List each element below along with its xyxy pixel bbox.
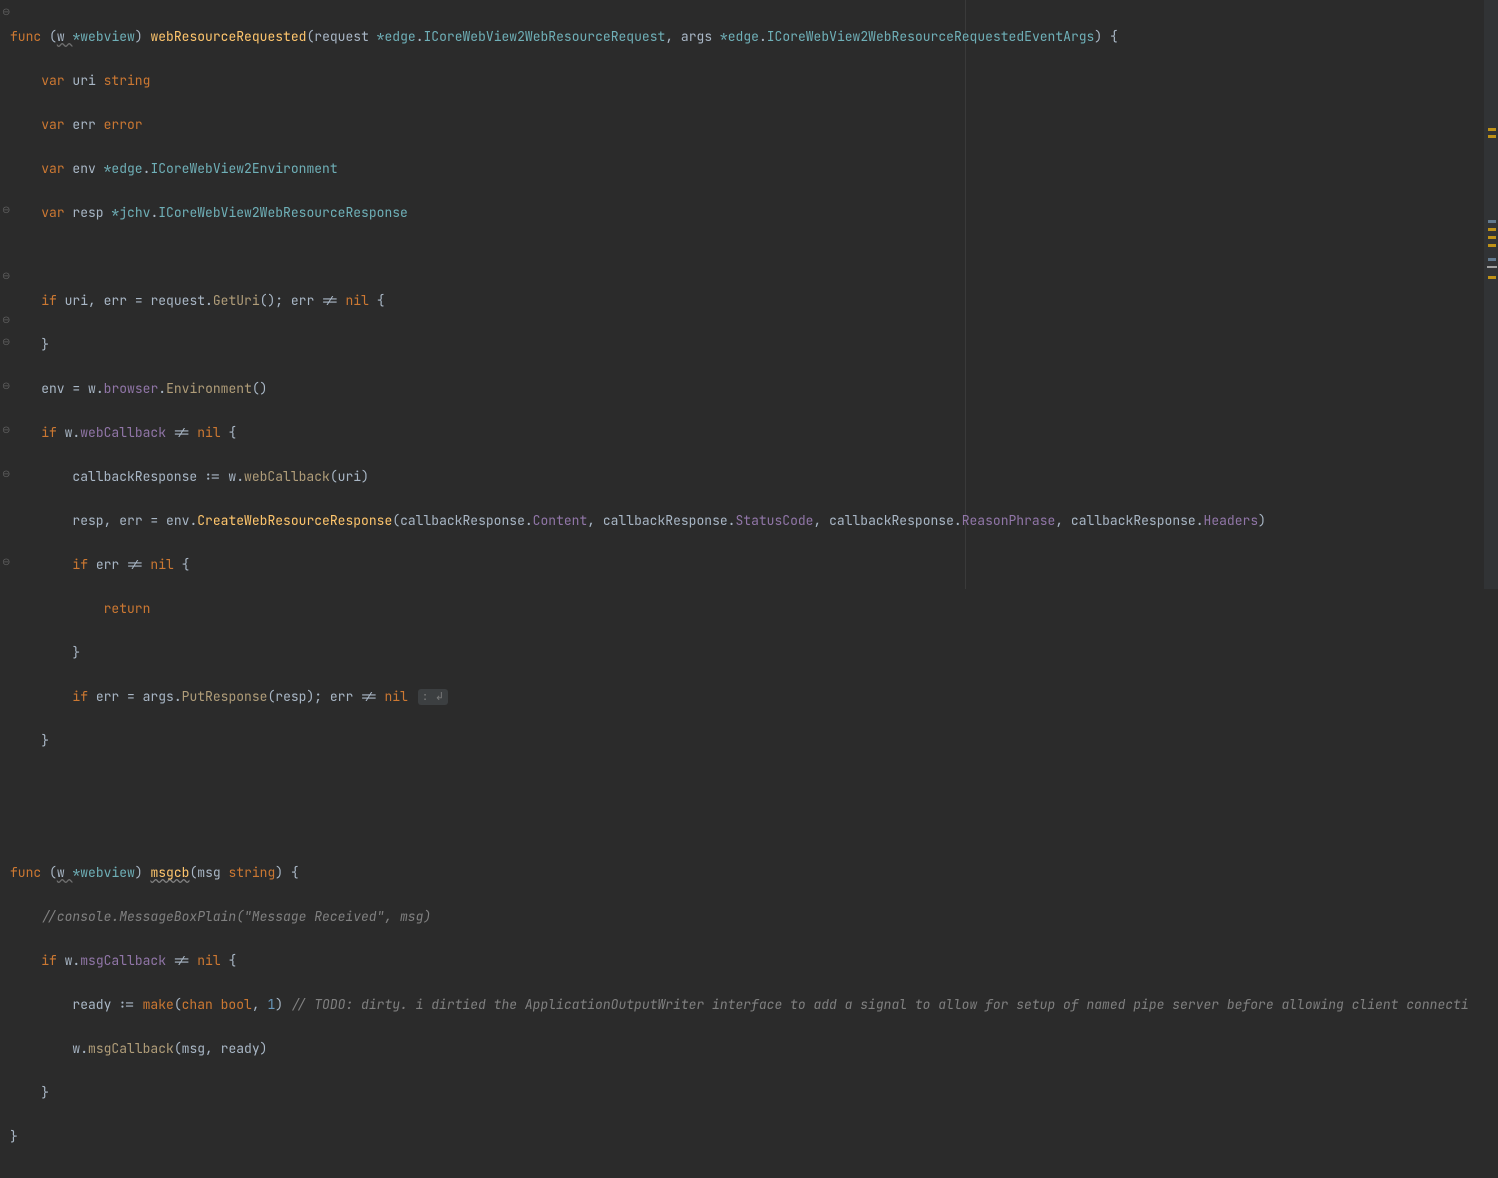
code-line[interactable]: if err != nil { [10,554,1469,576]
code-line[interactable]: var uri string [10,70,1469,92]
stripe-info-mark[interactable] [1488,220,1496,223]
code-line[interactable]: callbackResponse := w.webCallback(uri) [10,466,1469,488]
stripe-warning-mark[interactable] [1488,135,1496,138]
code-line[interactable]: func (w *webview) webResourceRequested(r… [10,26,1469,48]
stripe-warning-mark[interactable] [1488,236,1496,239]
code-line[interactable]: func (w *webview) msgcb(msg string) { [10,862,1469,884]
stripe-warning-mark[interactable] [1488,244,1496,247]
code-line[interactable]: } [10,334,1469,356]
code-content[interactable]: func (w *webview) webResourceRequested(r… [10,4,1469,1178]
stripe-cursor-mark[interactable] [1487,266,1497,268]
code-line[interactable] [10,246,1469,268]
stripe-info-mark[interactable] [1488,258,1496,261]
code-line[interactable]: var resp *jchv.ICoreWebView2WebResourceR… [10,202,1469,224]
code-line[interactable]: var env *edge.ICoreWebView2Environment [10,158,1469,180]
code-line[interactable]: } [10,1126,1469,1148]
code-line[interactable]: } [10,730,1469,752]
code-line[interactable]: env = w.browser.Environment() [10,378,1469,400]
code-line[interactable]: resp, err = env.CreateWebResourceRespons… [10,510,1469,532]
code-line[interactable]: } [10,1082,1469,1104]
code-line[interactable]: if w.webCallback != nil { [10,422,1469,444]
code-line[interactable]: if uri, err = request.GetUri(); err != n… [10,290,1469,312]
error-stripe[interactable] [1484,0,1498,589]
code-line[interactable]: ready := make(chan bool, 1) // TODO: dir… [10,994,1469,1016]
code-line[interactable]: return [10,598,1469,620]
stripe-warning-mark[interactable] [1488,228,1496,231]
code-line[interactable] [10,774,1469,796]
code-line[interactable]: } [10,642,1469,664]
stripe-warning-mark[interactable] [1488,276,1496,279]
code-line[interactable]: w.msgCallback(msg, ready) [10,1038,1469,1060]
code-line[interactable]: if w.msgCallback != nil { [10,950,1469,972]
code-line[interactable] [10,818,1469,840]
fold-hint[interactable]: : ↲ [418,689,448,705]
stripe-warning-mark[interactable] [1488,128,1496,131]
code-line[interactable]: var err error [10,114,1469,136]
code-line[interactable]: if err = args.PutResponse(resp); err != … [10,686,1469,708]
code-line[interactable]: //console.MessageBoxPlain("Message Recei… [10,906,1469,928]
code-editor[interactable]: ⊖ ⊖ ⊖ ⊖ ⊖ ⊖ ⊖ ⊖ ⊖ func (w *webview) webR… [0,0,1498,589]
